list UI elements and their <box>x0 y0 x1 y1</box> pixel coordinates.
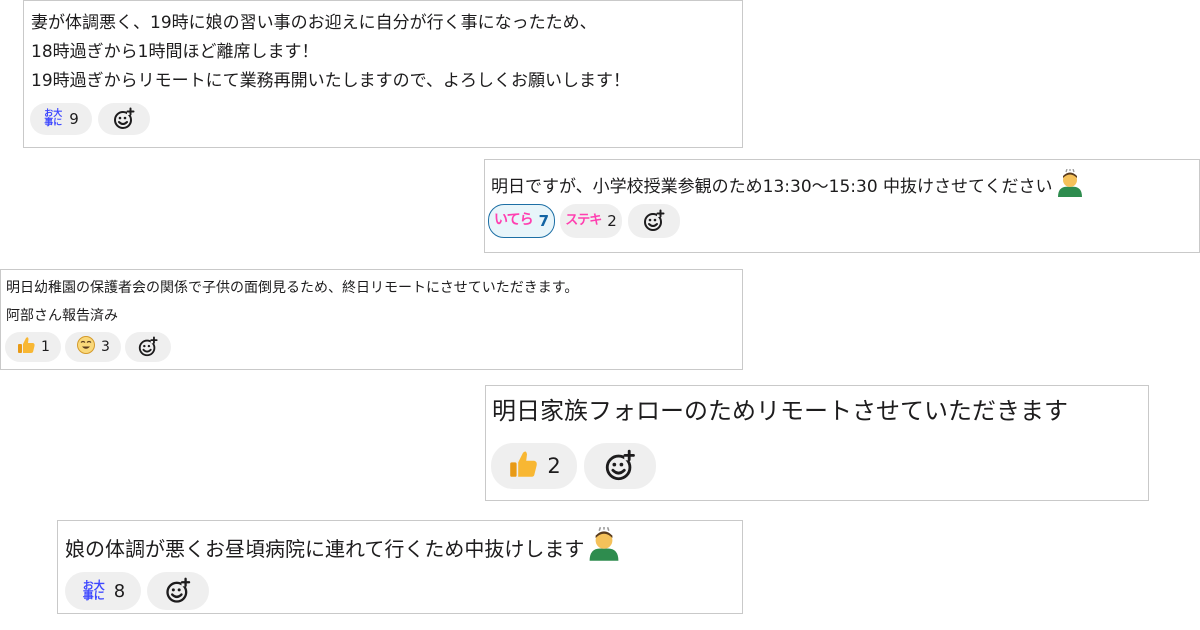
message-line: 19時過ぎからリモートにて業務再開いたしますので、よろしくお願いします！ <box>31 71 630 91</box>
bowing-man-emoji-icon <box>586 526 622 571</box>
reaction-count: 3 <box>101 339 110 355</box>
thumbsup-icon <box>16 335 36 359</box>
reaction-itera[interactable]: いてら 7 <box>488 204 555 238</box>
reaction-smiling-face[interactable]: 3 <box>65 332 121 362</box>
reaction-count: 7 <box>538 212 550 230</box>
message-text: 明日ですが、小学校授業参観のため13:30〜15:30 中抜けさせてください <box>491 168 1085 204</box>
message-card-1: 妻が体調悪く、19時に娘の習い事のお迎えに自分が行く事になったため、 18時過ぎ… <box>23 0 743 148</box>
reaction-thumbsup[interactable]: 1 <box>5 332 61 362</box>
suteki-stamp-icon: ステキ <box>565 212 602 228</box>
add-reaction-icon <box>112 107 136 131</box>
message-card-2: 明日ですが、小学校授業参観のため13:30〜15:30 中抜けさせてください い… <box>484 159 1200 253</box>
add-reaction-button[interactable] <box>584 443 656 489</box>
message-line: 阿部さん報告済み <box>6 308 118 324</box>
message-text: 明日幼稚園の保護者会の関係で子供の面倒見るため、終日リモートにさせていただきます… <box>6 274 578 330</box>
add-reaction-icon <box>137 336 159 358</box>
message-line: 明日家族フォローのためリモートさせていただきます <box>492 397 1068 425</box>
add-reaction-button[interactable] <box>125 332 171 362</box>
add-reaction-icon <box>164 577 192 605</box>
reaction-count: 9 <box>69 110 79 128</box>
reaction-count: 1 <box>41 339 50 355</box>
add-reaction-icon <box>642 209 666 233</box>
message-line: 18時過ぎから1時間ほど離席します！ <box>31 42 319 62</box>
reaction-odaijini[interactable]: お大 事に 9 <box>30 103 92 135</box>
itera-stamp-icon: いてら <box>493 212 534 229</box>
message-card-3: 明日幼稚園の保護者会の関係で子供の面倒見るため、終日リモートにさせていただきます… <box>0 269 743 370</box>
smiling-face-icon <box>76 335 96 359</box>
reaction-count: 2 <box>547 454 561 478</box>
add-reaction-button[interactable] <box>98 103 150 135</box>
add-reaction-button[interactable] <box>628 204 680 238</box>
message-card-5: 娘の体調が悪くお昼頃病院に連れて行くため中抜けします お大 事に 8 <box>57 520 743 614</box>
bowing-man-emoji-icon <box>1055 168 1085 204</box>
message-text: 妻が体調悪く、19時に娘の習い事のお迎えに自分が行く事になったため、 18時過ぎ… <box>31 9 630 96</box>
thumbsup-icon <box>507 448 539 484</box>
odaijini-stamp-icon: お大 事に <box>44 109 63 128</box>
reaction-thumbsup[interactable]: 2 <box>491 443 577 489</box>
add-reaction-button[interactable] <box>147 572 209 610</box>
message-card-4: 明日家族フォローのためリモートさせていただきます 2 <box>485 385 1149 501</box>
message-line: 娘の体調が悪くお昼頃病院に連れて行くため中抜けします <box>65 537 585 561</box>
reaction-count: 2 <box>607 212 617 230</box>
add-reaction-icon <box>603 449 637 483</box>
message-line: 明日幼稚園の保護者会の関係で子供の面倒見るため、終日リモートにさせていただきます… <box>6 280 579 296</box>
message-text: 明日家族フォローのためリモートさせていただきます <box>492 394 1068 428</box>
message-line: 妻が体調悪く、19時に娘の習い事のお迎えに自分が行く事になったため、 <box>31 13 597 33</box>
odaijini-stamp-icon: お大 事に <box>82 578 105 602</box>
reaction-suteki[interactable]: ステキ 2 <box>560 204 622 238</box>
message-line: 明日ですが、小学校授業参観のため13:30〜15:30 中抜けさせてください <box>491 176 1053 197</box>
reaction-odaijini[interactable]: お大 事に 8 <box>65 572 141 610</box>
reaction-count: 8 <box>113 580 126 602</box>
message-text: 娘の体調が悪くお昼頃病院に連れて行くため中抜けします <box>65 526 622 571</box>
